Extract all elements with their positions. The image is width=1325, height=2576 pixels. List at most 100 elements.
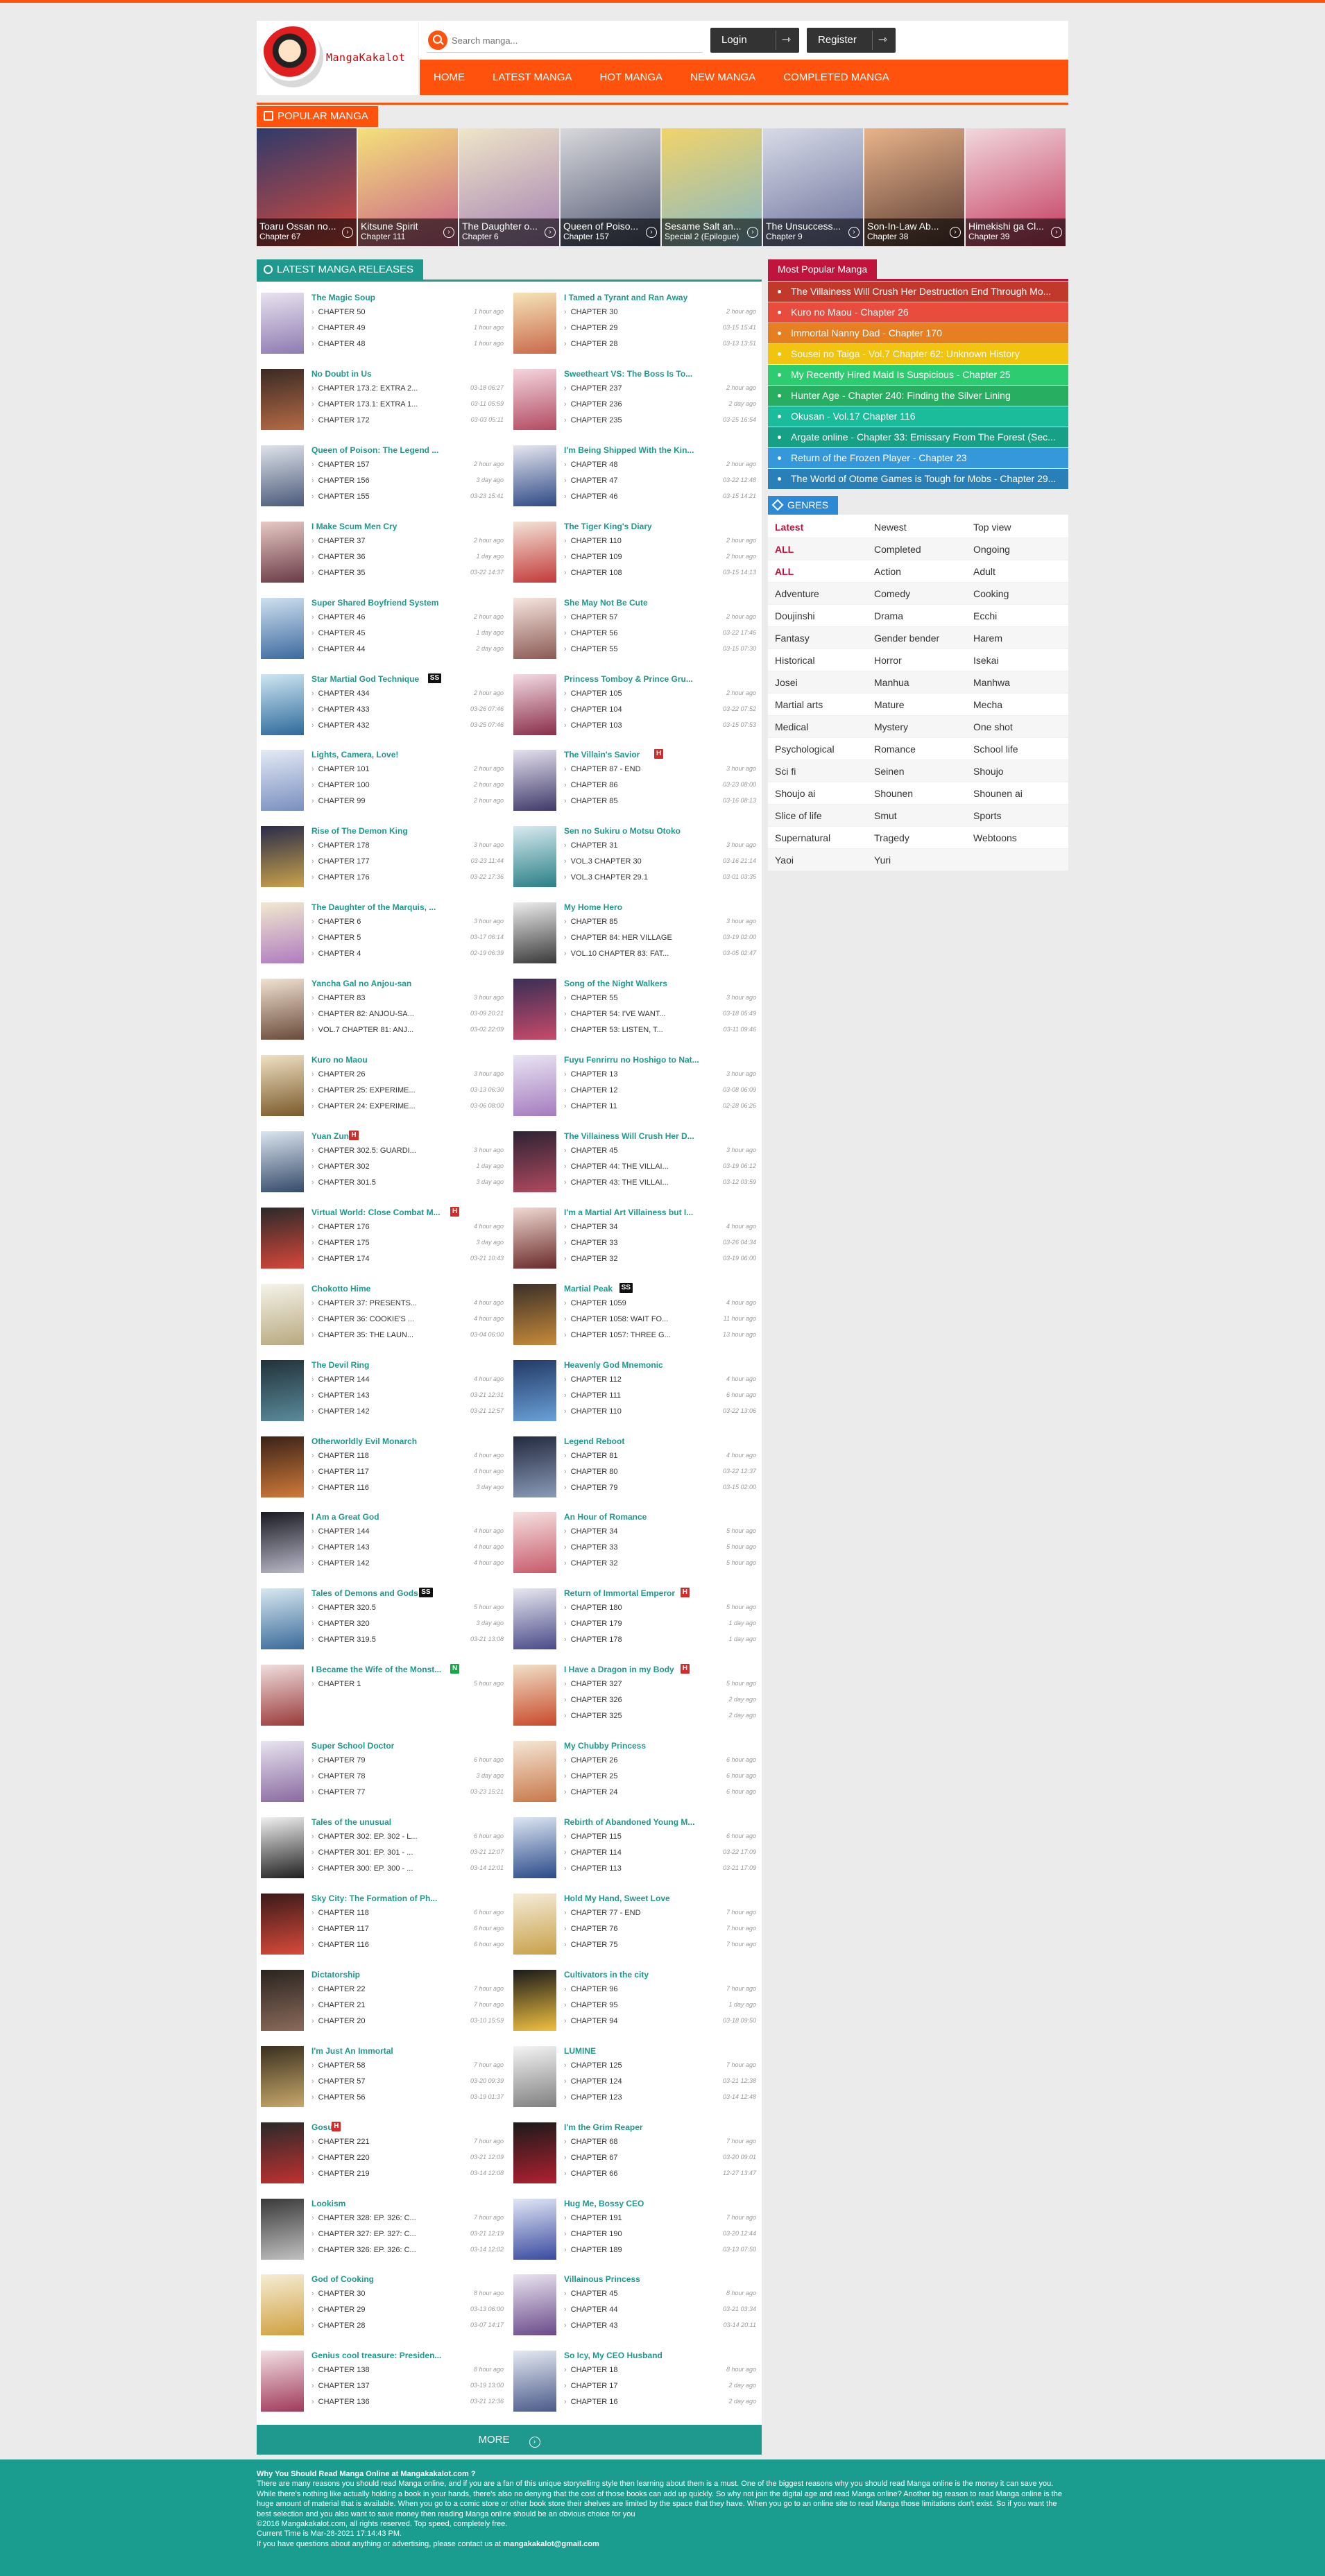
chapter-link[interactable]: CHAPTER 301: EP. 301 - ... bbox=[311, 1848, 422, 1857]
most-popular-item[interactable]: Immortal Nanny Dad - Chapter 170 bbox=[768, 323, 1068, 343]
chapter-link[interactable]: CHAPTER 319.5 bbox=[311, 1635, 422, 1644]
manga-title-link[interactable]: Dictatorship bbox=[311, 1970, 447, 1980]
chapter-link[interactable]: CHAPTER 189 bbox=[564, 2246, 675, 2254]
popular-manga-chapter[interactable]: Chapter 6 bbox=[462, 232, 556, 241]
manga-title-link[interactable]: My Chubby Princess bbox=[564, 1741, 700, 1751]
more-button[interactable]: MORE › bbox=[257, 2425, 762, 2455]
manga-thumbnail[interactable] bbox=[261, 1131, 304, 1192]
manga-thumbnail[interactable] bbox=[261, 1207, 304, 1269]
manga-title-link[interactable]: I Make Scum Men Cry bbox=[311, 522, 447, 531]
manga-thumbnail[interactable] bbox=[261, 979, 304, 1040]
manga-thumbnail[interactable] bbox=[513, 826, 556, 888]
chapter-link[interactable]: CHAPTER 111 bbox=[564, 1391, 675, 1400]
manga-title-link[interactable]: Princess Tomboy & Prince Gru... bbox=[564, 674, 700, 684]
chapter-link[interactable]: CHAPTER 143 bbox=[311, 1391, 422, 1400]
chapter-link[interactable]: CHAPTER 24 bbox=[564, 1788, 675, 1796]
popular-manga-chapter[interactable]: Chapter 111 bbox=[361, 232, 455, 241]
chapter-link[interactable]: CHAPTER 28 bbox=[564, 340, 675, 348]
chapter-link[interactable]: CHAPTER 113 bbox=[564, 1864, 675, 1873]
chapter-link[interactable]: CHAPTER 12 bbox=[564, 1086, 675, 1094]
site-logo[interactable]: MangaKakalot bbox=[258, 22, 419, 94]
genre-link[interactable]: Smut bbox=[867, 805, 966, 827]
popular-manga-title[interactable]: The Daughter o... bbox=[462, 221, 544, 232]
chapter-link[interactable]: CHAPTER 77 bbox=[311, 1788, 422, 1796]
chapter-link[interactable]: CHAPTER 1059 bbox=[564, 1299, 675, 1307]
chapter-link[interactable]: CHAPTER 302: EP. 302 - L... bbox=[311, 1832, 422, 1841]
manga-title-link[interactable]: Super Shared Boyfriend System bbox=[311, 598, 447, 608]
chapter-link[interactable]: CHAPTER 32 bbox=[564, 1255, 675, 1263]
chapter-link[interactable]: CHAPTER 43 bbox=[564, 2321, 675, 2330]
most-popular-item[interactable]: The World of Otome Games is Tough for Mo… bbox=[768, 469, 1068, 489]
manga-title-link[interactable]: I Tamed a Tyrant and Ran Away bbox=[564, 293, 700, 302]
genre-link[interactable]: ALL bbox=[768, 560, 867, 583]
chapter-link[interactable]: CHAPTER 110 bbox=[564, 537, 675, 545]
chapter-link[interactable]: CHAPTER 56 bbox=[564, 629, 675, 637]
chapter-link[interactable]: CHAPTER 155 bbox=[311, 492, 422, 501]
genre-link[interactable]: Sci fi bbox=[768, 760, 867, 782]
chapter-link[interactable]: CHAPTER 115 bbox=[564, 1832, 675, 1841]
chapter-link[interactable]: CHAPTER 108 bbox=[564, 569, 675, 577]
chapter-link[interactable]: CHAPTER 180 bbox=[564, 1604, 675, 1612]
genre-link[interactable]: Isekai bbox=[966, 649, 1066, 671]
popular-manga-card[interactable]: Son-In-Law Ab... Chapter 38 › bbox=[864, 128, 964, 246]
chapter-link[interactable]: CHAPTER 142 bbox=[311, 1559, 422, 1568]
chapter-link[interactable]: CHAPTER 45 bbox=[564, 2290, 675, 2298]
chapter-link[interactable]: VOL.7 CHAPTER 81: ANJ... bbox=[311, 1026, 422, 1034]
chapter-link[interactable]: CHAPTER 82: ANJOU-SA... bbox=[311, 1010, 422, 1018]
manga-thumbnail[interactable] bbox=[261, 1359, 304, 1421]
genre-link[interactable]: Harem bbox=[966, 627, 1066, 649]
manga-title-link[interactable]: My Home Hero bbox=[564, 902, 700, 912]
manga-thumbnail[interactable] bbox=[513, 902, 556, 964]
chapter-link[interactable]: CHAPTER 221 bbox=[311, 2138, 422, 2146]
chapter-link[interactable]: CHAPTER 44 bbox=[311, 645, 422, 653]
chevron-right-icon[interactable]: › bbox=[950, 227, 961, 238]
genre-link[interactable]: Adult bbox=[966, 560, 1066, 583]
manga-thumbnail[interactable] bbox=[513, 979, 556, 1040]
popular-manga-title[interactable]: Sesame Salt an... bbox=[665, 221, 746, 232]
chapter-link[interactable]: CHAPTER 21 bbox=[311, 2001, 422, 2009]
manga-thumbnail[interactable] bbox=[261, 293, 304, 354]
genre-link[interactable]: Historical bbox=[768, 649, 867, 671]
chevron-right-icon[interactable]: › bbox=[646, 227, 657, 238]
chevron-right-icon[interactable]: › bbox=[443, 227, 454, 238]
popular-manga-card[interactable]: Toaru Ossan no... Chapter 67 › bbox=[257, 128, 357, 246]
manga-title-link[interactable]: The Devil Ring bbox=[311, 1360, 447, 1370]
manga-title-link[interactable]: Song of the Night Walkers bbox=[564, 979, 700, 988]
popular-manga-chapter[interactable]: Chapter 9 bbox=[766, 232, 860, 241]
chapter-link[interactable]: CHAPTER 123 bbox=[564, 2093, 675, 2102]
genre-link[interactable]: Gender bender bbox=[867, 627, 966, 649]
chapter-link[interactable]: CHAPTER 300: EP. 300 - ... bbox=[311, 1864, 422, 1873]
genre-link[interactable]: Tragedy bbox=[867, 827, 966, 849]
most-popular-item[interactable]: Return of the Frozen Player - Chapter 23 bbox=[768, 448, 1068, 468]
popular-manga-card[interactable]: The Daughter o... Chapter 6 › bbox=[459, 128, 559, 246]
genre-link[interactable]: School life bbox=[966, 738, 1066, 760]
chapter-link[interactable]: CHAPTER 100 bbox=[311, 781, 422, 789]
chapter-link[interactable]: CHAPTER 178 bbox=[564, 1635, 675, 1644]
chapter-link[interactable]: CHAPTER 37: PRESENTS... bbox=[311, 1299, 422, 1307]
login-button[interactable]: Login ⇾ bbox=[710, 28, 799, 53]
chapter-link[interactable]: CHAPTER 190 bbox=[564, 2230, 675, 2238]
chapter-link[interactable]: CHAPTER 55 bbox=[564, 645, 675, 653]
genre-link[interactable]: Yuri bbox=[867, 849, 966, 871]
manga-title-link[interactable]: So Icy, My CEO Husband bbox=[564, 2351, 700, 2360]
manga-title-link[interactable]: She May Not Be Cute bbox=[564, 598, 700, 608]
manga-title-link[interactable]: Cultivators in the city bbox=[564, 1970, 700, 1980]
chapter-link[interactable]: CHAPTER 54: I'VE WANT... bbox=[564, 1010, 675, 1018]
manga-thumbnail[interactable] bbox=[513, 1055, 556, 1116]
popular-manga-card[interactable]: Sesame Salt an... Special 2 (Epilogue) › bbox=[662, 128, 762, 246]
chapter-link[interactable]: VOL.3 CHAPTER 30 bbox=[564, 857, 675, 866]
chapter-link[interactable]: CHAPTER 55 bbox=[564, 994, 675, 1002]
chapter-link[interactable]: CHAPTER 175 bbox=[311, 1239, 422, 1247]
chapter-link[interactable]: CHAPTER 53: LISTEN, T... bbox=[564, 1026, 675, 1034]
chapter-link[interactable]: CHAPTER 56 bbox=[311, 2093, 422, 2102]
manga-thumbnail[interactable] bbox=[261, 1741, 304, 1803]
manga-thumbnail[interactable] bbox=[261, 2045, 304, 2107]
manga-thumbnail[interactable] bbox=[261, 2198, 304, 2260]
manga-title-link[interactable]: The Tiger King's Diary bbox=[564, 522, 700, 531]
chapter-link[interactable]: CHAPTER 99 bbox=[311, 797, 422, 805]
genre-link[interactable]: Shoujo ai bbox=[768, 782, 867, 805]
manga-title-link[interactable]: Virtual World: Close Combat M... bbox=[311, 1208, 447, 1217]
chapter-link[interactable]: CHAPTER 66 bbox=[564, 2170, 675, 2178]
genre-link[interactable]: Ecchi bbox=[966, 605, 1066, 627]
popular-manga-card[interactable]: Himekishi ga Cl... Chapter 39 › bbox=[966, 128, 1066, 246]
